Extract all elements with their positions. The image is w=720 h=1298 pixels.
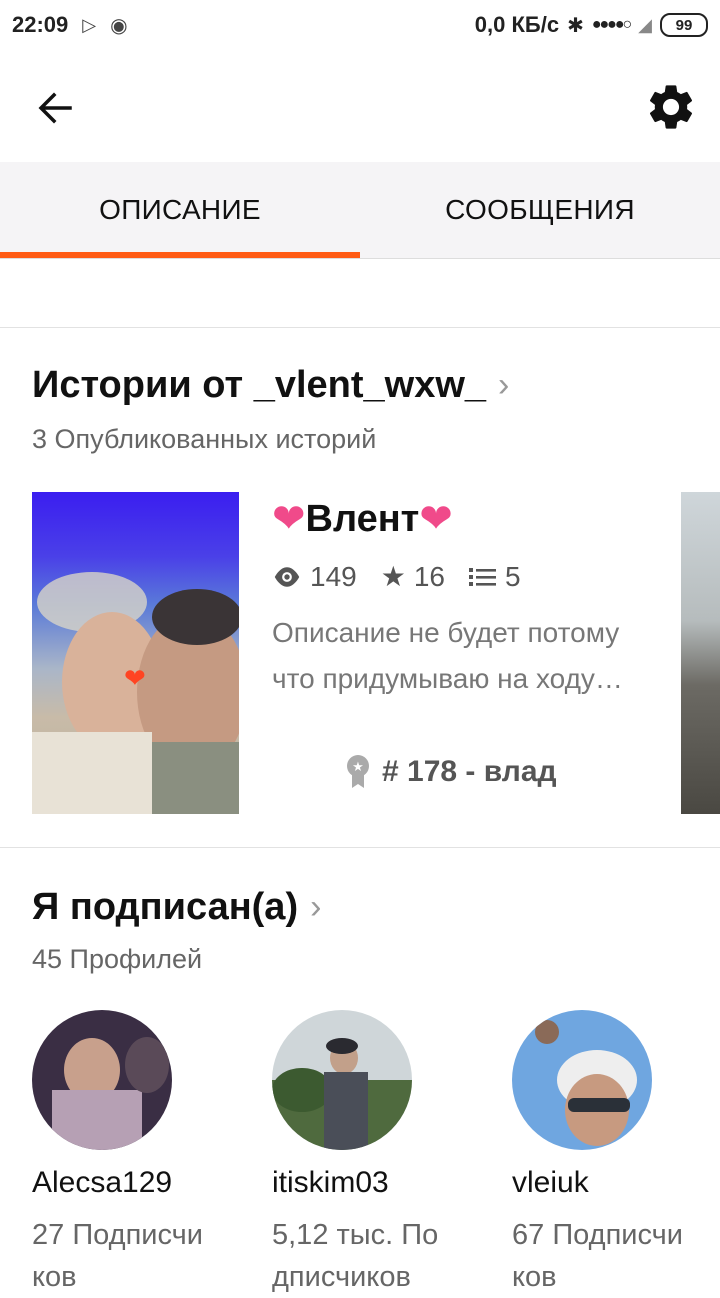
divider [0,327,720,328]
story-description: Описание не будет потому что придумываю … [272,617,623,694]
tab-description[interactable]: ОПИСАНИЕ [0,162,360,258]
stories-section-title: Истории от _vlent_wxw_ [32,364,487,406]
heart-icon: ❤ [419,497,453,541]
next-story-cover[interactable] [681,492,720,814]
network-speed: 0,0 КБ/с [474,12,560,37]
bluetooth-icon: ✱ [567,14,584,37]
stories-section-header[interactable]: Истории от _vlent_wxw_ › [32,364,509,407]
tab-messages[interactable]: СООБЩЕНИЯ [360,162,720,258]
back-arrow-icon [38,92,72,124]
status-bar: 22:09 ▷ ◉ 0,0 КБ/с ✱ ●●●●○ ◢ 99 [0,0,720,52]
avatar [512,1010,652,1150]
divider [0,847,720,848]
back-button[interactable] [30,82,82,134]
profile-followers: 5,12 тыс. По дписчиков [272,1219,439,1293]
tab-bar: ОПИСАНИЕ СООБЩЕНИЯ [0,162,720,259]
chevron-right-icon: › [498,366,510,404]
battery-icon: 99 [660,13,708,37]
story-title[interactable]: ❤ Влент ❤ [272,496,453,542]
following-section-header[interactable]: Я подписан(а) › [32,886,321,929]
sync-icon: ◉ [110,14,128,37]
play-icon: ▷ [82,14,97,35]
stars-count: 16 [413,560,445,592]
list-icon [468,567,496,586]
story-title-text: Влент [305,497,420,540]
status-time: 22:09 [12,12,69,37]
profile-name: Alecsa129 [32,1166,173,1199]
eye-icon [274,566,300,587]
following-section-title: Я подписан(а) [32,886,299,928]
svg-text:★: ★ [352,760,364,775]
award-icon: ★ [347,755,369,788]
profile-name: vleiuk [512,1166,589,1199]
stories-count: 3 Опубликованных историй [32,424,377,454]
avatar [32,1010,172,1150]
battery-level: 99 [675,16,693,34]
star-icon: ★ [380,561,406,592]
story-cover[interactable]: ❤ [32,492,239,814]
gear-icon [649,85,693,129]
profile-followers: 67 Подписчи ков [512,1219,683,1293]
chevron-right-icon: › [310,888,322,926]
rank-text: # 178 - влад [382,755,557,788]
settings-button[interactable] [644,80,698,134]
app-bar [0,52,720,162]
heart-icon: ❤ [272,497,306,541]
signal-icon: ●●●●○ [591,16,632,33]
story-stats: 149 ★ 16 5 [272,560,537,593]
profile-card[interactable]: vleiuk 67 Подписчи ков [512,1010,712,1298]
avatar [272,1010,412,1150]
profile-card[interactable]: itiskim03 5,12 тыс. По дписчиков [272,1010,472,1298]
profile-name: itiskim03 [272,1166,389,1199]
wifi-icon: ◢ [638,14,652,35]
svg-text:❤: ❤ [124,664,146,694]
following-count: 45 Профилей [32,944,203,974]
profile-card[interactable]: Alecsa129 27 Подписчи ков [32,1010,232,1298]
story-cover-image: ❤ [32,572,239,814]
profile-followers: 27 Подписчи ков [32,1219,203,1293]
parts-count: 5 [504,560,521,592]
story-rank: ★ # 178 - влад [344,754,557,790]
views-count: 149 [310,560,357,592]
